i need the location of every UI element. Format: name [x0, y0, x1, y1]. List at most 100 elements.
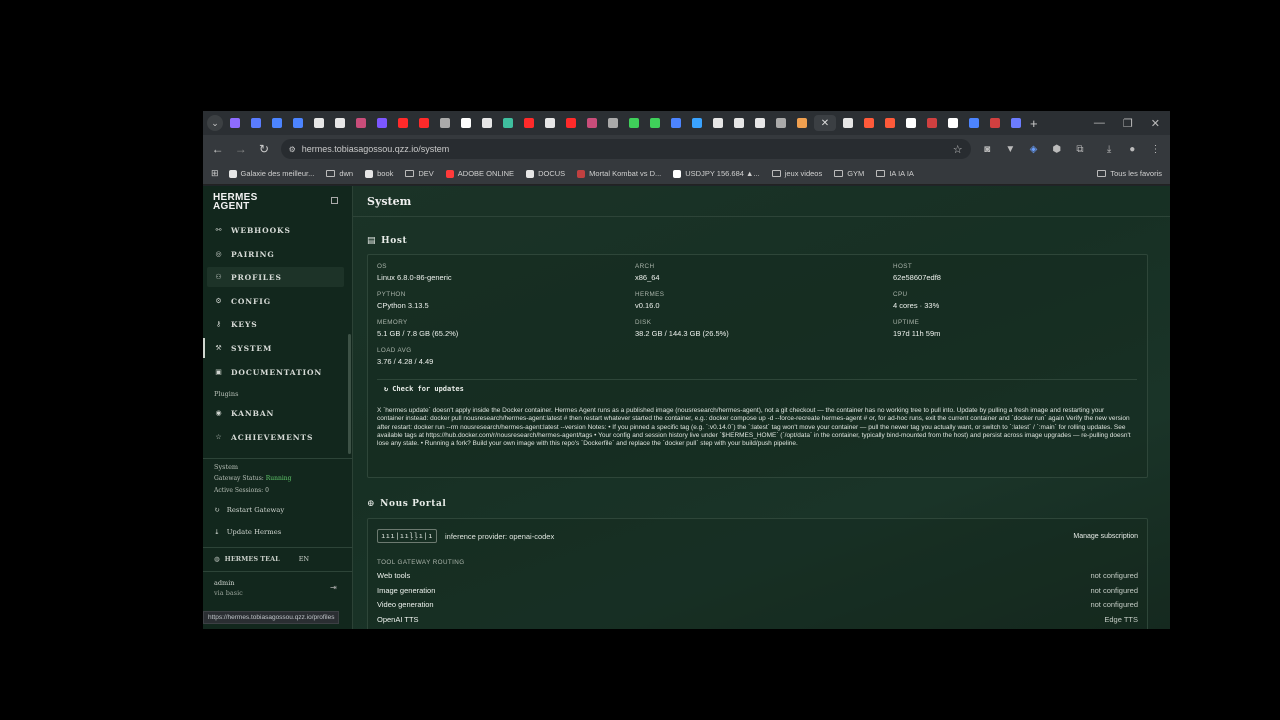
brand-logo[interactable]: HERMES AGENT — [213, 193, 258, 212]
browser-tab[interactable] — [331, 115, 349, 131]
browser-tab[interactable] — [541, 115, 559, 131]
browser-tab[interactable] — [709, 115, 727, 131]
bookmark-item[interactable]: book — [365, 169, 393, 178]
filter-icon[interactable]: ▼ — [1004, 144, 1017, 155]
tab-search-icon[interactable]: ⌄ — [207, 115, 223, 131]
browser-tab[interactable] — [793, 115, 811, 131]
all-bookmarks[interactable]: Tous les favoris — [1097, 169, 1162, 178]
update-hermes-button[interactable]: ⤓ Update Hermes — [214, 528, 281, 536]
manage-subscription-link[interactable]: Manage subscription — [1073, 533, 1138, 540]
browser-tab[interactable] — [772, 115, 790, 131]
browser-tab[interactable] — [562, 115, 580, 131]
sidebar-item-webhooks[interactable]: ⚯ WEBHOOKS — [207, 220, 344, 240]
browser-tab[interactable] — [226, 115, 244, 131]
browser-tab[interactable] — [289, 115, 307, 131]
apps-icon[interactable]: ⊞ — [211, 168, 219, 179]
host-field-arch: ARCH x86_64 — [635, 263, 660, 282]
browser-tab[interactable] — [923, 115, 941, 131]
browser-tab[interactable] — [520, 115, 538, 131]
site-info-icon[interactable]: ⚙ — [289, 145, 296, 154]
bookmark-item[interactable]: dwn — [326, 169, 353, 178]
browser-tab[interactable] — [625, 115, 643, 131]
sidebar-item-achievements[interactable]: ☆ ACHIEVEMENTS — [207, 427, 344, 447]
new-tab-button[interactable]: + — [1030, 116, 1038, 131]
sidebar-item-kanban[interactable]: ◉ KANBAN — [207, 403, 344, 423]
browser-tab[interactable] — [730, 115, 748, 131]
menu-icon[interactable]: ⋮ — [1149, 144, 1162, 155]
browser-tab[interactable] — [268, 115, 286, 131]
browser-tab[interactable] — [373, 115, 391, 131]
browser-tab[interactable] — [965, 115, 983, 131]
divider — [353, 216, 1170, 217]
camera-icon[interactable]: ◙ — [981, 144, 994, 155]
browser-tab[interactable] — [860, 115, 878, 131]
close-window-icon[interactable]: ✕ — [1151, 117, 1160, 130]
tab-favicon-icon — [335, 118, 345, 128]
sidebar-item-documentation[interactable]: ▣ DOCUMENTATION — [207, 362, 344, 382]
check-updates-button[interactable]: ↻ Check for updates — [384, 385, 464, 393]
sidebar-item-keys[interactable]: ⚷ KEYS — [207, 314, 344, 334]
restart-icon: ↻ — [214, 506, 220, 514]
browser-tab[interactable] — [839, 115, 857, 131]
palette-icon: ◍ — [214, 555, 220, 563]
language-switcher[interactable]: EN — [299, 555, 309, 563]
bookmark-item[interactable]: Galaxie des meilleur... — [228, 169, 314, 178]
extension-icon[interactable]: ⬢ — [1050, 144, 1063, 155]
tab-favicon-icon — [797, 118, 807, 128]
browser-tab[interactable] — [583, 115, 601, 131]
browser-tab[interactable] — [478, 115, 496, 131]
bookmark-item[interactable]: IA IA IA — [876, 169, 914, 178]
bookmark-favicon-icon — [577, 169, 586, 178]
browser-tab[interactable] — [499, 115, 517, 131]
bookmark-star-icon[interactable]: ☆ — [953, 143, 963, 156]
browser-tab[interactable] — [667, 115, 685, 131]
browser-tab[interactable] — [310, 115, 328, 131]
browser-tab[interactable] — [881, 115, 899, 131]
browser-tab[interactable] — [604, 115, 622, 131]
browser-tab[interactable] — [688, 115, 706, 131]
browser-tab[interactable] — [457, 115, 475, 131]
minimize-icon[interactable]: — — [1094, 117, 1105, 130]
bookmark-item[interactable]: GYM — [834, 169, 864, 178]
nav-icon: ⚷ — [215, 320, 223, 328]
browser-tab[interactable] — [751, 115, 769, 131]
shield-extension-icon[interactable]: ◈ — [1027, 144, 1040, 155]
window-controls: — ❐ ✕ — [1094, 117, 1170, 130]
theme-switcher[interactable]: ◍ HERMES TEAL EN — [214, 555, 309, 563]
bookmark-item[interactable]: jeux videos — [771, 169, 822, 178]
sidebar-scrollbar[interactable] — [348, 334, 351, 454]
bookmark-item[interactable]: Mortal Kombat vs D... — [577, 169, 661, 178]
sidebar-item-system[interactable]: ⚒ SYSTEM — [207, 338, 344, 358]
bookmark-item[interactable]: ADOBE ONLINE — [445, 169, 514, 178]
address-bar[interactable]: ⚙ hermes.tobiasagossou.qzz.io/system ☆ — [280, 139, 971, 159]
restore-icon[interactable]: ❐ — [1123, 117, 1133, 130]
reload-icon[interactable]: ↻ — [257, 142, 270, 156]
puzzle-icon[interactable]: ⧉ — [1073, 144, 1086, 155]
forward-icon[interactable]: → — [234, 142, 247, 156]
sidebar-item-config[interactable]: ⚙ CONFIG — [207, 291, 344, 311]
browser-tab[interactable] — [352, 115, 370, 131]
browser-tab[interactable] — [436, 115, 454, 131]
browser-tab[interactable] — [944, 115, 962, 131]
restart-gateway-button[interactable]: ↻ Restart Gateway — [214, 506, 284, 514]
download-icon[interactable]: ⤓ — [1103, 144, 1116, 155]
browser-tab[interactable] — [247, 115, 265, 131]
browser-tab[interactable] — [394, 115, 412, 131]
browser-tab[interactable] — [1007, 115, 1025, 131]
gateway-status-value: Running — [265, 475, 292, 482]
bookmark-item[interactable]: DOCUS — [526, 169, 565, 178]
browser-tab[interactable] — [646, 115, 664, 131]
active-sessions: Active Sessions: 0 — [214, 487, 269, 494]
bookmark-item[interactable]: USDJPY 156.684 ▲... — [673, 169, 760, 178]
avatar[interactable]: ● — [1126, 144, 1139, 155]
browser-tab[interactable] — [986, 115, 1004, 131]
active-tab-close-icon[interactable]: ✕ — [814, 115, 836, 131]
logout-icon[interactable]: ⇥ — [330, 583, 337, 592]
browser-tab[interactable] — [902, 115, 920, 131]
sidebar-item-profiles[interactable]: ⚇ PROFILES — [207, 267, 344, 287]
collapse-sidebar-icon[interactable] — [331, 197, 338, 204]
back-icon[interactable]: ← — [211, 142, 224, 156]
bookmark-item[interactable]: DEV — [405, 169, 434, 178]
sidebar-item-pairing[interactable]: ◎ PAIRING — [207, 244, 344, 264]
browser-tab[interactable] — [415, 115, 433, 131]
